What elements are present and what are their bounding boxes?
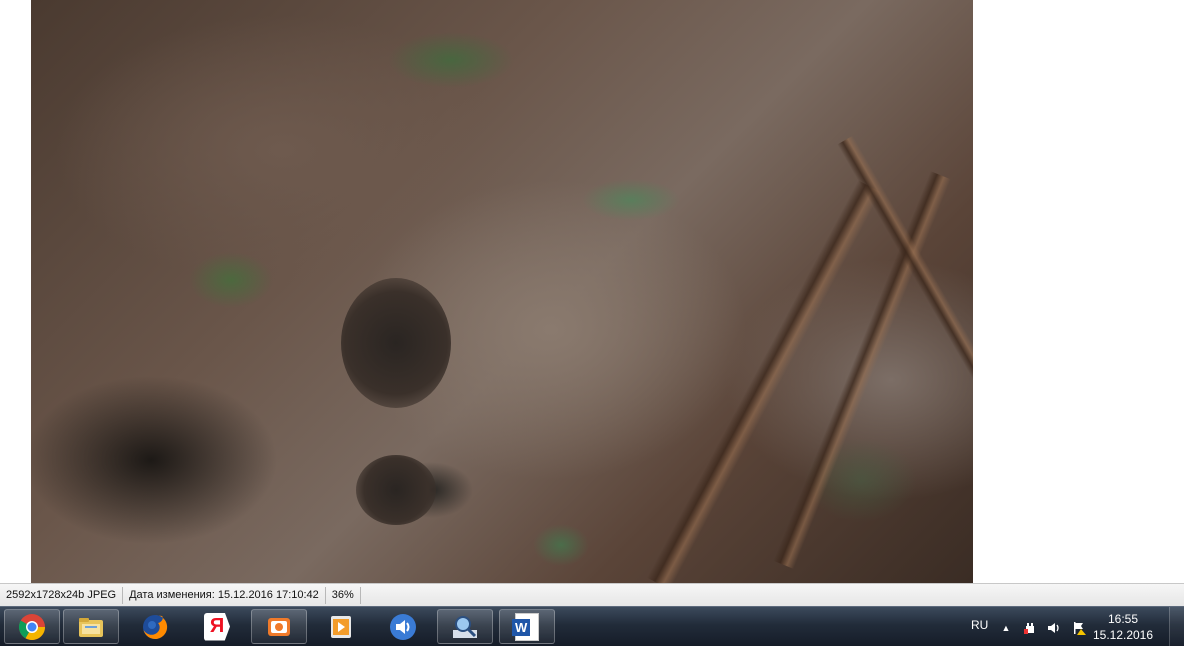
taskbar: Я W RU ▲ 16:55 15.12.2016 [0,606,1184,646]
power-plug-icon[interactable] [1022,620,1038,636]
action-center-flag-icon[interactable] [1071,620,1087,636]
taskbar-image-viewer-button[interactable] [251,609,307,644]
image-info: 2592x1728x24b JPEG [0,587,124,604]
word-letter: W [512,618,531,636]
image-viewer-icon [268,617,290,636]
status-bar: 2592x1728x24b JPEG Дата изменения: 15.12… [0,583,1184,607]
search-tool-icon [453,615,477,638]
taskbar-firefox-button[interactable] [127,609,183,644]
dark-stamp-blob [341,278,451,408]
modified-date: Дата изменения: 15.12.2016 17:10:42 [123,587,326,604]
word-icon: W [512,612,539,641]
audio-app-icon [390,613,416,640]
yandex-browser-icon: Я [204,612,230,641]
explorer-icon [79,617,103,637]
language-indicator[interactable]: RU [971,618,988,632]
show-hidden-icons-icon[interactable]: ▲ [998,620,1014,636]
volume-icon[interactable] [1046,620,1062,636]
taskbar-yandex-button[interactable]: Я [189,609,245,644]
image-viewer: ​ [0,0,1184,583]
chrome-icon [18,613,46,640]
taskbar-chrome-button[interactable] [4,609,60,644]
taskbar-word-button[interactable]: W [499,609,555,644]
dark-spot [356,455,436,525]
zoom-level: 36% [326,587,361,604]
clock[interactable]: 16:55 15.12.2016 [1088,611,1158,643]
clock-time: 16:55 [1107,612,1139,626]
embossed-mark: ​ [448,262,464,328]
taskbar-audio-button[interactable] [375,609,431,644]
taskbar-explorer-button[interactable] [63,609,119,644]
taskbar-media-player-button[interactable] [313,609,369,644]
media-player-icon [331,615,351,638]
yandex-letter: Я [209,615,225,637]
clock-date: 15.12.2016 [1092,628,1154,642]
photo-ridge [773,171,951,569]
show-desktop-button[interactable] [1169,607,1184,646]
firefox-icon [143,614,168,639]
photo: ​ [31,0,973,583]
taskbar-search-tool-button[interactable] [437,609,493,644]
